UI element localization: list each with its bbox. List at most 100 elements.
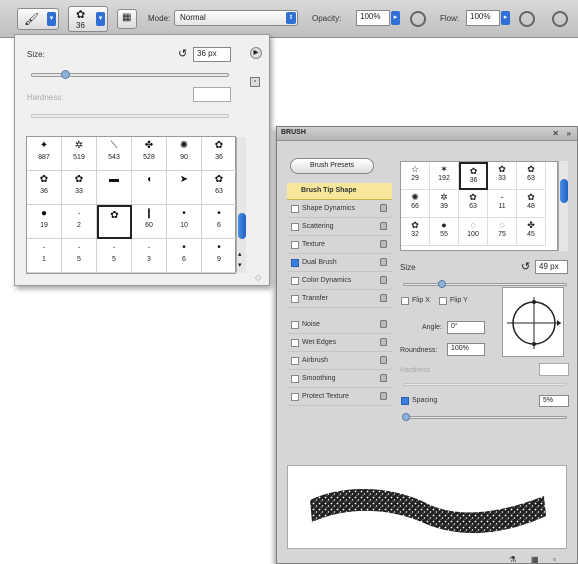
option-checkbox[interactable] [291, 259, 299, 267]
hardness-slider[interactable] [403, 383, 567, 386]
option-checkbox[interactable] [291, 205, 299, 213]
opacity-dropdown-button[interactable]: ▸ [391, 11, 400, 25]
angle-input[interactable]: 0° [447, 321, 485, 334]
flow-input[interactable]: 100% [466, 10, 500, 26]
brush-preset-cell[interactable]: ✦ 887 [27, 137, 62, 171]
scroll-up-icon[interactable]: ▴ [238, 250, 242, 258]
brush-tip-cell[interactable]: ◌ 75 [488, 218, 517, 246]
panel-collapse-icon[interactable]: » [567, 129, 571, 138]
toggle-brush-panel-button[interactable]: ▦ [117, 9, 137, 29]
brush-preset-cell[interactable]: · 1 [27, 239, 62, 273]
brush-option-item[interactable]: Texture [287, 237, 392, 254]
panel-close-icon[interactable]: ✕ [552, 129, 559, 138]
brush-preset-cell[interactable]: ◖ [132, 171, 167, 205]
panel-title[interactable]: BRUSH [281, 129, 306, 136]
brush-tip-cell[interactable]: ✶ 192 [430, 162, 459, 190]
brush-tip-cell[interactable]: ✿ 63 [517, 162, 546, 190]
brush-preset-cell[interactable]: ▬ [97, 171, 132, 205]
toggle-preview-icon[interactable]: ⚗ [509, 555, 516, 564]
picker-menu-button[interactable]: ▸ [250, 47, 262, 59]
hardness-input[interactable] [539, 363, 569, 376]
brush-preset-picker-button[interactable]: ✿ 36 ▾ [68, 6, 108, 32]
flip-y-checkbox[interactable] [439, 297, 447, 305]
flip-x-checkbox[interactable] [401, 297, 409, 305]
tablet-pressure-size-icon[interactable] [552, 11, 568, 27]
grid-icon[interactable]: ▦ [531, 555, 539, 564]
brush-preset-cell[interactable]: ✿ 33 [62, 171, 97, 205]
option-checkbox[interactable] [291, 339, 299, 347]
brush-tip-cell[interactable]: ✿ 48 [517, 190, 546, 218]
lock-icon[interactable] [380, 258, 387, 266]
brush-preset-cell[interactable]: • 10 [167, 205, 202, 239]
opacity-input[interactable]: 100% [356, 10, 390, 26]
brush-tip-cell[interactable]: ✲ 39 [430, 190, 459, 218]
brush-preset-cell[interactable]: ✺ 90 [167, 137, 202, 171]
brush-tip-cell[interactable]: ✿ 33 [488, 162, 517, 190]
brush-option-item[interactable]: Dual Brush [287, 255, 392, 272]
brush-preset-cell[interactable]: ❙ 60 [132, 205, 167, 239]
option-checkbox[interactable] [291, 393, 299, 401]
resize-grip-icon[interactable]: ◇ [255, 273, 261, 282]
option-checkbox[interactable] [291, 223, 299, 231]
size-slider-thumb[interactable] [61, 70, 70, 79]
lock-icon[interactable] [380, 320, 387, 328]
lock-icon[interactable] [380, 240, 387, 248]
scroll-down-icon[interactable]: ▾ [238, 261, 242, 269]
brush-preset-cell[interactable]: ● 19 [27, 205, 62, 239]
brush-option-item[interactable]: Brush Tip Shape [287, 183, 392, 200]
brush-preset-cell[interactable]: ✿ 36 [27, 171, 62, 205]
brush-tip-cell[interactable]: ● 55 [430, 218, 459, 246]
hardness-slider[interactable] [31, 114, 229, 118]
roundness-input[interactable]: 100% [447, 343, 485, 356]
brush-preset-cell[interactable]: ✿ [97, 205, 132, 239]
tablet-pressure-opacity-icon[interactable] [410, 11, 426, 27]
brush-option-item[interactable]: Noise [287, 317, 392, 334]
option-checkbox[interactable] [291, 277, 299, 285]
brush-presets-button[interactable]: Brush Presets [290, 158, 374, 174]
lock-icon[interactable] [380, 356, 387, 364]
brush-preset-cell[interactable]: ➤ [167, 171, 202, 205]
option-checkbox[interactable] [291, 241, 299, 249]
picker-scrollbar-thumb[interactable] [238, 213, 246, 239]
brush-preset-cell[interactable]: ✿ 63 [202, 171, 237, 205]
brush-preset-cell[interactable]: · 2 [62, 205, 97, 239]
lock-icon[interactable] [380, 222, 387, 230]
tool-preset-picker[interactable]: 🖌 ▾ [17, 8, 59, 30]
mode-select[interactable]: Normal ⇕ [174, 10, 298, 26]
brush-option-item[interactable]: Protect Texture [287, 389, 392, 406]
reset-size-icon[interactable]: ↺ [178, 47, 187, 60]
size-slider[interactable] [403, 280, 567, 288]
brush-preset-cell[interactable]: • 6 [167, 239, 202, 273]
new-brush-icon[interactable]: ▫ [553, 555, 556, 564]
brush-tip-cell[interactable]: ✿ 36 [459, 162, 488, 190]
brush-tip-cell[interactable]: ☆ 29 [401, 162, 430, 190]
lock-icon[interactable] [380, 276, 387, 284]
brush-preset-cell[interactable]: • 6 [202, 205, 237, 239]
brush-option-item[interactable]: Wet Edges [287, 335, 392, 352]
picker-scrollbar[interactable]: ▴ ▾ [236, 137, 246, 273]
brush-tip-cell[interactable]: ✺ 66 [401, 190, 430, 218]
brush-tip-cell[interactable]: -11 [488, 190, 517, 218]
spacing-slider-thumb[interactable] [402, 413, 410, 421]
brush-preset-cell[interactable]: · 5 [62, 239, 97, 273]
new-preset-icon[interactable]: ▫ [250, 77, 260, 87]
lock-icon[interactable] [380, 374, 387, 382]
lock-icon[interactable] [380, 204, 387, 212]
brush-option-item[interactable]: Shape Dynamics [287, 201, 392, 218]
reset-size-icon[interactable]: ↺ [521, 260, 530, 273]
size-input[interactable]: 36 px [193, 47, 231, 62]
brush-option-item[interactable]: Airbrush [287, 353, 392, 370]
tip-grid-scrollbar-thumb[interactable] [560, 179, 568, 203]
brush-option-item[interactable]: Scattering [287, 219, 392, 236]
brush-preset-cell[interactable]: · 5 [97, 239, 132, 273]
airbrush-icon[interactable] [519, 11, 535, 27]
brush-preset-cell[interactable]: ⟍ 543 [97, 137, 132, 171]
brush-preset-cell[interactable]: ✤ 528 [132, 137, 167, 171]
brush-tip-cell[interactable]: ✤ 45 [517, 218, 546, 246]
spacing-input[interactable]: 5% [539, 395, 569, 407]
tip-grid-scrollbar[interactable] [558, 161, 568, 251]
hardness-input[interactable] [193, 87, 231, 102]
brush-option-item[interactable]: Transfer [287, 291, 392, 308]
option-checkbox[interactable] [291, 375, 299, 383]
option-checkbox[interactable] [291, 321, 299, 329]
